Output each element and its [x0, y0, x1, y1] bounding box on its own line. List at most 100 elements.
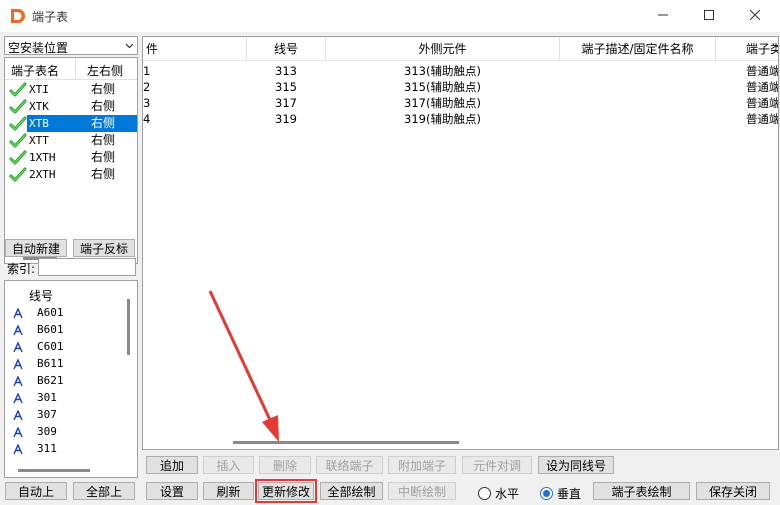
table-cell[interactable]: 317(辅助触点): [326, 95, 559, 111]
wire-list-item[interactable]: B621: [5, 373, 125, 390]
table-cell[interactable]: 4: [143, 111, 243, 127]
wire-letter-icon: [13, 410, 23, 421]
minimize-button[interactable]: [640, 0, 686, 30]
wire-list-item[interactable]: C601: [5, 339, 125, 356]
swap-component-button[interactable]: 元件对调: [462, 456, 532, 474]
wire-number: 309: [37, 425, 57, 438]
table-cell[interactable]: 319: [247, 111, 325, 127]
horizontal-scrollbar[interactable]: [233, 441, 459, 444]
terminal-table-side: 右侧: [91, 133, 116, 147]
table-cell[interactable]: 317: [247, 95, 325, 111]
horizontal-scrollbar[interactable]: [18, 469, 90, 472]
draw-terminal-table-button[interactable]: 端子表绘制: [593, 482, 690, 500]
table-cell[interactable]: [560, 95, 715, 111]
terminal-table-name: XTT: [29, 134, 49, 147]
check-icon: [9, 116, 27, 131]
wire-letter-icon: [13, 325, 23, 336]
window-title: 端子表: [32, 10, 69, 24]
link-terminal-button[interactable]: 联络端子: [316, 456, 383, 474]
check-icon: [9, 167, 27, 182]
terminal-list-item[interactable]: XTK 右侧: [5, 98, 137, 115]
table-cell[interactable]: 313(辅助触点): [326, 63, 559, 79]
terminal-table-side: 右侧: [91, 82, 116, 96]
terminal-list-item[interactable]: XTI 右侧: [5, 81, 137, 98]
terminal-grid: 件 线号 外侧元件 端子描述/固定件名称 端子类 1 313 313(辅助触点) 普通…: [142, 36, 779, 450]
table-cell[interactable]: 普通端: [716, 63, 778, 79]
wire-number: B611: [37, 357, 64, 370]
update-button[interactable]: 更新修改: [255, 479, 317, 503]
header-table-name[interactable]: 端子表名: [11, 62, 59, 79]
add-button[interactable]: 追加: [146, 456, 198, 474]
check-icon: [9, 99, 27, 114]
draw-all-button[interactable]: 全部绘制: [320, 482, 383, 500]
wire-list-item[interactable]: A601: [5, 305, 125, 322]
table-cell[interactable]: 1: [143, 63, 243, 79]
table-cell[interactable]: 315: [247, 79, 325, 95]
terminal-list-item[interactable]: 1XTH 右侧: [5, 149, 137, 166]
wire-list-item[interactable]: 309: [5, 424, 125, 441]
minimize-icon: [658, 14, 668, 16]
wire-number: 311: [37, 442, 57, 455]
table-cell[interactable]: 2: [143, 79, 243, 95]
table-cell[interactable]: [560, 111, 715, 127]
auto-up-button[interactable]: 自动上: [5, 482, 67, 500]
auto-new-button[interactable]: 自动新建: [5, 239, 67, 257]
table-row[interactable]: 2 315 315(辅助触点) 普通端: [143, 79, 778, 95]
table-cell[interactable]: [560, 79, 715, 95]
table-cell[interactable]: 普通端: [716, 79, 778, 95]
app-logo-icon: [11, 9, 25, 23]
header-side[interactable]: 左右侧: [87, 62, 123, 79]
terminal-list-header: 端子表名 左右侧: [5, 58, 137, 80]
settings-button[interactable]: 设置: [146, 482, 198, 500]
horizontal-radio[interactable]: 水平: [478, 485, 519, 502]
insert-button[interactable]: 插入: [203, 456, 254, 474]
table-cell[interactable]: 313: [247, 63, 325, 79]
terminal-table-side: 右侧: [75, 115, 137, 132]
delete-button[interactable]: 删除: [259, 456, 311, 474]
save-close-button[interactable]: 保存关闭: [696, 482, 770, 500]
table-cell[interactable]: [560, 63, 715, 79]
wire-list-item[interactable]: 307: [5, 407, 125, 424]
reverse-label-button[interactable]: 端子反标: [73, 239, 135, 257]
close-button[interactable]: [732, 0, 778, 30]
close-icon: [750, 10, 760, 20]
wire-list-item[interactable]: B601: [5, 322, 125, 339]
table-row[interactable]: 4 319 319(辅助触点) 普通端: [143, 111, 778, 127]
terminal-list-item[interactable]: XTB 右侧: [5, 115, 137, 132]
wire-letter-icon: [13, 393, 23, 404]
column-header[interactable]: 线号: [247, 37, 325, 61]
table-cell[interactable]: 普通端: [716, 111, 778, 127]
wire-list-item[interactable]: 301: [5, 390, 125, 407]
stop-draw-button[interactable]: 中断绘制: [388, 482, 456, 500]
vertical-scrollbar[interactable]: [127, 299, 130, 355]
wire-letter-icon: [13, 427, 23, 438]
table-cell[interactable]: 315(辅助触点): [326, 79, 559, 95]
table-cell[interactable]: 3: [143, 95, 243, 111]
vertical-radio[interactable]: 垂直: [540, 485, 581, 502]
same-wire-button[interactable]: 设为同线号: [538, 456, 614, 474]
column-header[interactable]: 外侧元件: [326, 37, 559, 61]
vertical-radio-label: 垂直: [557, 487, 582, 501]
table-row[interactable]: 3 317 317(辅助触点) 普通端: [143, 95, 778, 111]
wire-list-item[interactable]: 311: [5, 441, 125, 458]
table-cell[interactable]: 319(辅助触点): [326, 111, 559, 127]
table-cell[interactable]: 普通端: [716, 95, 778, 111]
column-header[interactable]: 端子类: [716, 37, 778, 61]
terminal-list-item[interactable]: 2XTH 右侧: [5, 166, 137, 183]
wire-number: B601: [37, 323, 64, 336]
location-combo[interactable]: 空安装位置: [4, 36, 138, 55]
check-icon: [9, 150, 27, 165]
terminal-list-item[interactable]: XTT 右侧: [5, 132, 137, 149]
table-row[interactable]: 1 313 313(辅助触点) 普通端: [143, 63, 778, 79]
check-icon: [9, 133, 27, 148]
refresh-button[interactable]: 刷新: [203, 482, 254, 500]
column-header[interactable]: 件: [143, 37, 246, 61]
column-header[interactable]: 端子描述/固定件名称: [560, 37, 715, 61]
wire-list-item[interactable]: B611: [5, 356, 125, 373]
wire-number-list: 线号 A601 B601 C601 B611 B621 301 307 309 311: [4, 280, 138, 478]
index-input[interactable]: [38, 258, 136, 276]
all-up-button[interactable]: 全部上: [73, 482, 135, 500]
maximize-button[interactable]: [686, 0, 732, 30]
attach-terminal-button[interactable]: 附加端子: [388, 456, 456, 474]
terminal-table-side: 右侧: [91, 167, 116, 181]
